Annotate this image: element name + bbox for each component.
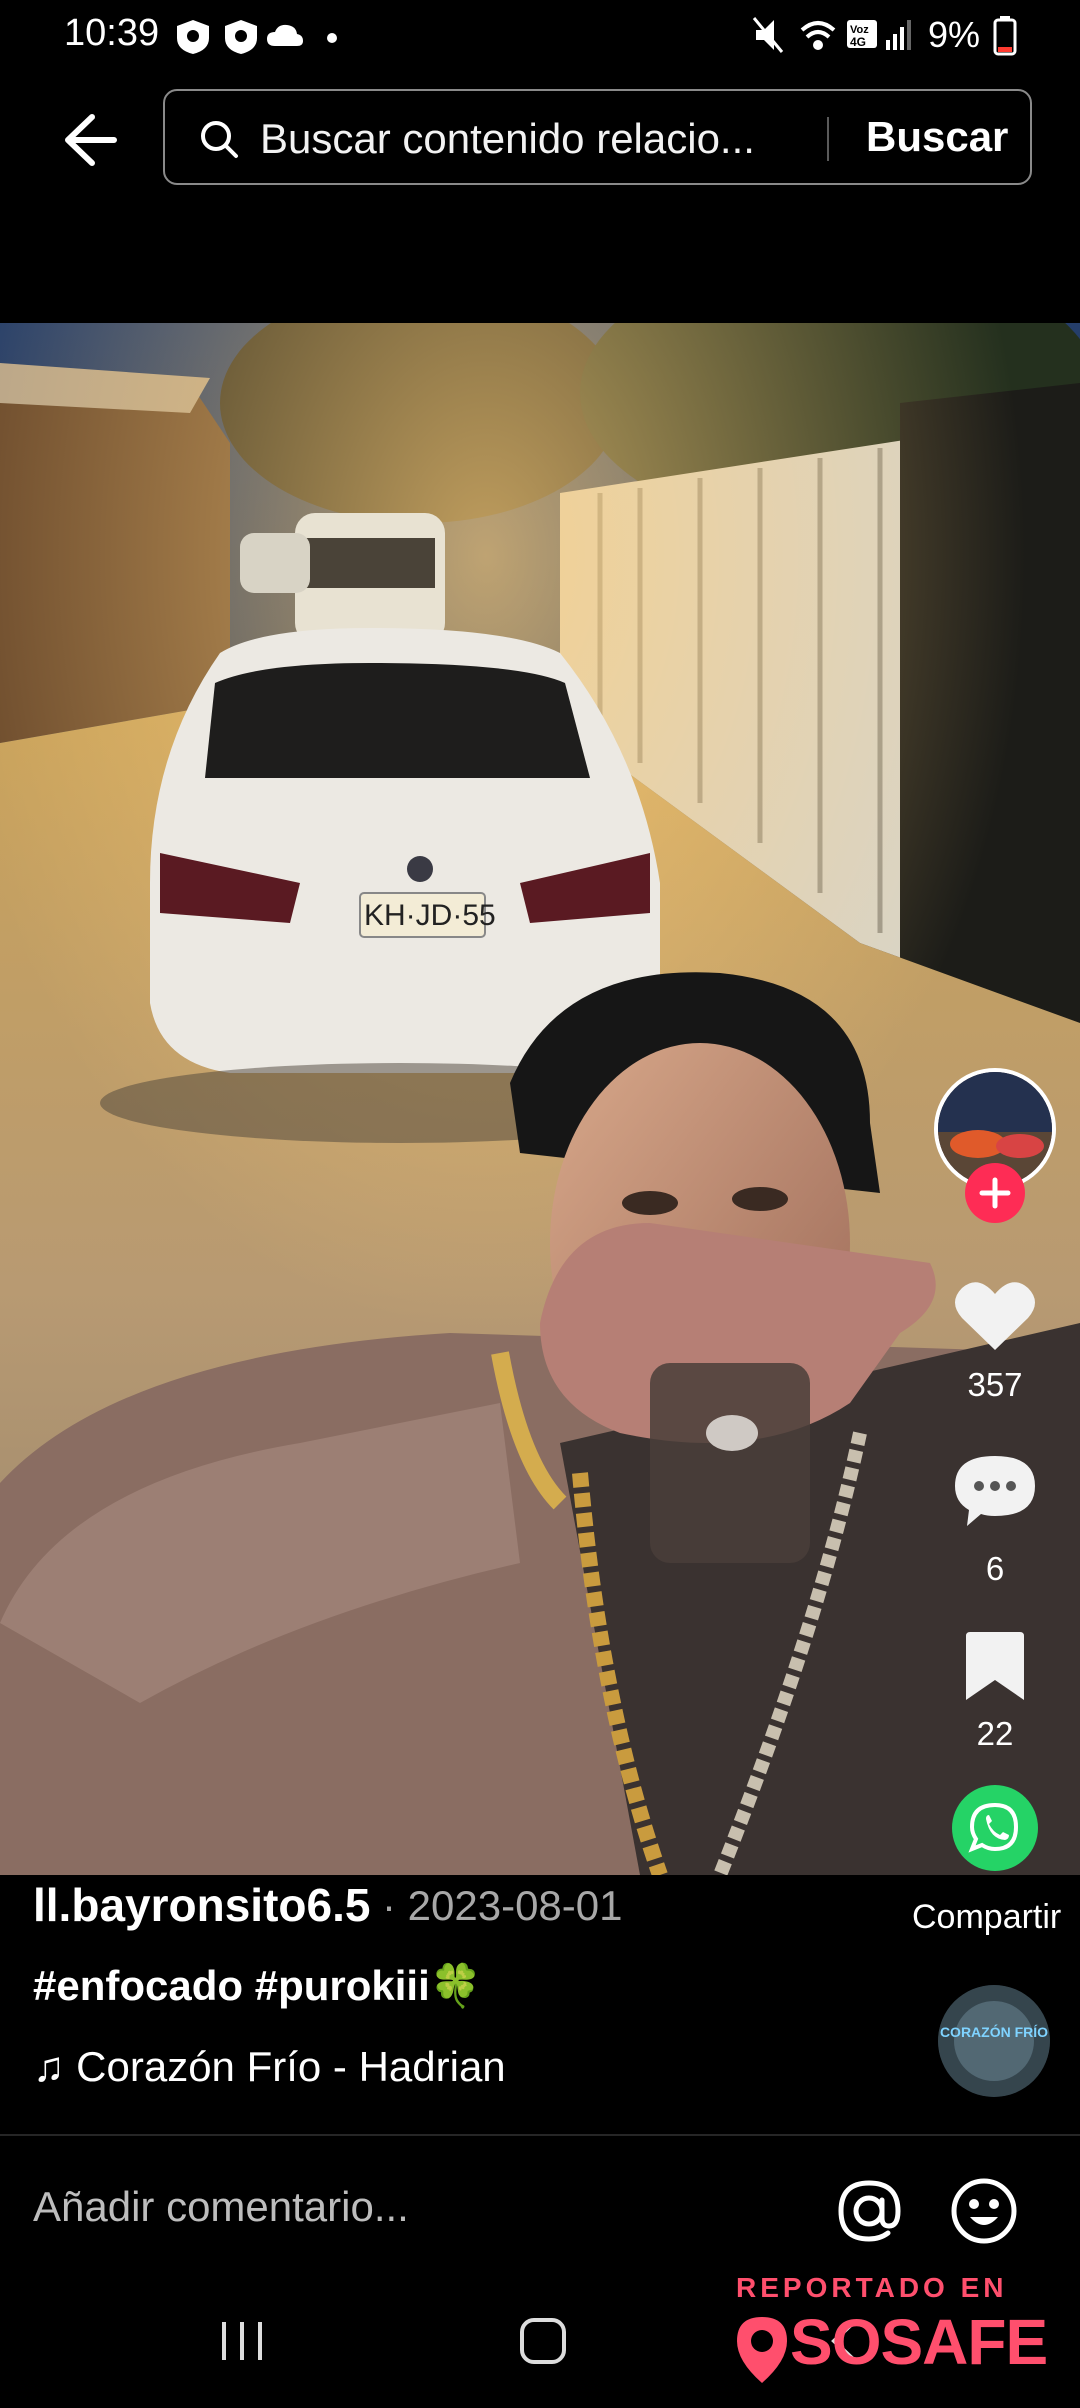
plus-icon	[979, 1177, 1011, 1209]
search-divider	[827, 117, 829, 161]
bookmark-icon[interactable]	[964, 1630, 1026, 1702]
recent-apps-icon[interactable]	[218, 2316, 268, 2366]
comment-input[interactable]: Añadir comentario...	[33, 2183, 409, 2231]
emoji-icon[interactable]	[950, 2177, 1018, 2245]
disc-label: CORAZÓN FRÍO	[940, 2023, 1048, 2040]
music-disc[interactable]: CORAZÓN FRÍO	[938, 1985, 1050, 2097]
sosafe-logo-icon	[737, 2317, 787, 2383]
post-username[interactable]: ll.bayronsito6.5	[33, 1878, 370, 1932]
save-count: 22	[976, 1715, 1014, 1752]
signal-icon	[886, 20, 911, 50]
search-bar[interactable]: Buscar contenido relacio... Buscar	[163, 89, 1032, 185]
comment-icon[interactable]	[953, 1452, 1037, 1530]
heart-icon[interactable]	[954, 1278, 1036, 1352]
like-count: 357	[967, 1366, 1023, 1403]
at-icon[interactable]	[836, 2178, 902, 2244]
battery-icon	[993, 16, 1017, 56]
battery-percent: 9%	[927, 14, 980, 55]
whatsapp-icon[interactable]	[952, 1785, 1038, 1871]
search-icon	[201, 121, 238, 158]
mute-icon	[752, 17, 784, 53]
video-frame[interactable]: KH·JD·55	[0, 323, 1080, 1875]
status-notification-icons	[177, 20, 337, 54]
comment-count: 6	[985, 1550, 1005, 1587]
search-button[interactable]: Buscar	[866, 113, 1008, 161]
wifi-icon	[800, 21, 836, 50]
license-plate: KH·JD·55	[364, 899, 496, 932]
comment-divider	[0, 2134, 1080, 2136]
post-caption[interactable]: #enfocado #purokiii🍀	[33, 1962, 482, 2011]
music-label[interactable]: ♫ Corazón Frío - Hadrian	[33, 2043, 506, 2091]
post-photo: KH·JD·55	[0, 323, 1080, 1875]
status-time: 10:39	[64, 12, 160, 54]
home-icon[interactable]	[518, 2316, 568, 2366]
back-arrow-icon[interactable]	[52, 105, 122, 175]
watermark-brand: SOSAFE	[790, 2306, 1048, 2378]
music-disc-art: CORAZÓN FRÍO	[938, 1985, 1050, 2097]
search-input[interactable]: Buscar contenido relacio...	[260, 115, 755, 163]
status-bar: 10:39 Voz 4G 9%	[0, 0, 1080, 72]
follow-button[interactable]	[965, 1163, 1025, 1223]
share-label[interactable]: Compartir	[912, 1898, 1061, 1937]
post-date: · 2023-08-01	[382, 1882, 623, 1929]
status-system-icons: Voz 4G	[752, 17, 911, 53]
svg-text:4G: 4G	[850, 35, 866, 49]
watermark-top: REPORTADO EN	[736, 2272, 1008, 2303]
